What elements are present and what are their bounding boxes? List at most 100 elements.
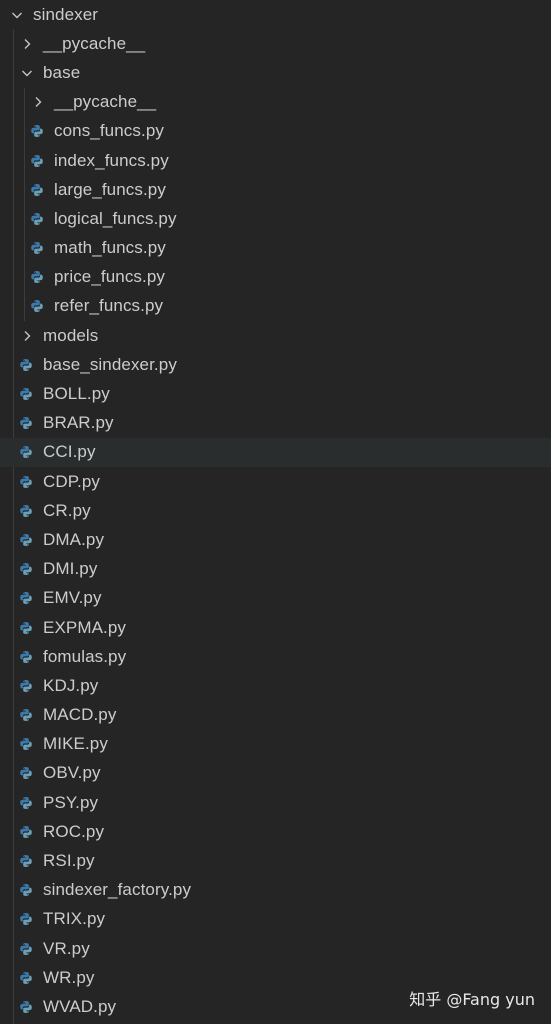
file-explorer-tree: sindexer __pycache__ base __pycache__ cons_…: [0, 0, 551, 1024]
file-item-roc-py[interactable]: ROC.py: [0, 817, 551, 846]
item-label: BOLL.py: [43, 384, 110, 404]
python-file-icon: [19, 766, 33, 780]
python-file-icon: [19, 621, 33, 635]
chevron-right-icon: [20, 37, 34, 51]
python-file-icon: [19, 796, 33, 810]
item-label: index_funcs.py: [54, 150, 169, 170]
root-folder-label: sindexer: [33, 4, 99, 24]
chevron-right-icon: [20, 329, 34, 343]
file-item-index-funcs-py[interactable]: index_funcs.py: [0, 146, 551, 175]
item-label: CR.py: [43, 500, 91, 520]
python-file-icon: [30, 299, 44, 313]
python-file-icon: [19, 504, 33, 518]
file-item-cr-py[interactable]: CR.py: [0, 496, 551, 525]
file-item-cdp-py[interactable]: CDP.py: [0, 467, 551, 496]
file-item-fomulas-py[interactable]: fomulas.py: [0, 642, 551, 671]
item-label: ROC.py: [43, 821, 105, 841]
file-item-vr-py[interactable]: VR.py: [0, 934, 551, 963]
item-label: EXPMA.py: [43, 617, 126, 637]
file-item-trix-py[interactable]: TRIX.py: [0, 905, 551, 934]
item-label: __pycache__: [54, 92, 157, 112]
python-file-icon: [19, 737, 33, 751]
item-label: BRAR.py: [43, 413, 114, 433]
item-label: MACD.py: [43, 705, 117, 725]
file-item-cons-funcs-py[interactable]: cons_funcs.py: [0, 117, 551, 146]
python-file-icon: [30, 212, 44, 226]
python-file-icon: [30, 241, 44, 255]
file-item-macd-py[interactable]: MACD.py: [0, 701, 551, 730]
file-item-cci-py[interactable]: CCI.py: [0, 437, 551, 467]
item-label: EMV.py: [43, 588, 102, 608]
item-label: WVAD.py: [43, 996, 117, 1016]
python-file-icon: [19, 971, 33, 985]
python-file-icon: [19, 445, 33, 459]
python-file-icon: [19, 883, 33, 897]
file-item-refer-funcs-py[interactable]: refer_funcs.py: [0, 292, 551, 321]
item-label: __pycache__: [43, 33, 146, 53]
python-file-icon: [19, 912, 33, 926]
file-item-mike-py[interactable]: MIKE.py: [0, 730, 551, 759]
chevron-right-icon: [31, 95, 45, 109]
python-file-icon: [19, 416, 33, 430]
python-file-icon: [19, 679, 33, 693]
python-file-icon: [30, 124, 44, 138]
file-item-brar-py[interactable]: BRAR.py: [0, 409, 551, 438]
item-label: DMA.py: [43, 529, 105, 549]
python-file-icon: [19, 650, 33, 664]
file-item-expma-py[interactable]: EXPMA.py: [0, 613, 551, 642]
item-label: DMI.py: [43, 559, 98, 579]
python-file-icon: [19, 358, 33, 372]
file-item-dma-py[interactable]: DMA.py: [0, 525, 551, 554]
item-label: fomulas.py: [43, 646, 127, 666]
item-label: models: [43, 325, 99, 345]
item-label: base_sindexer.py: [43, 354, 177, 374]
item-label: cons_funcs.py: [54, 121, 164, 141]
python-file-icon: [19, 387, 33, 401]
item-label: RSI.py: [43, 851, 95, 871]
file-item-emv-py[interactable]: EMV.py: [0, 584, 551, 613]
file-item-dmi-py[interactable]: DMI.py: [0, 555, 551, 584]
file-item-large-funcs-py[interactable]: large_funcs.py: [0, 175, 551, 204]
chevron-down-icon: [10, 8, 24, 22]
file-item-psy-py[interactable]: PSY.py: [0, 788, 551, 817]
file-item-sindexer-factory-py[interactable]: sindexer_factory.py: [0, 876, 551, 905]
python-file-icon: [19, 942, 33, 956]
item-label: TRIX.py: [43, 909, 106, 929]
watermark: 知乎 @Fang yun: [409, 990, 535, 1009]
folder-item-pycache[interactable]: __pycache__: [0, 29, 551, 58]
python-file-icon: [30, 183, 44, 197]
item-label: CCI.py: [43, 442, 96, 462]
explorer-root-folder[interactable]: sindexer: [0, 0, 551, 29]
file-item-boll-py[interactable]: BOLL.py: [0, 379, 551, 408]
item-label: WR.py: [43, 967, 95, 987]
file-item-base-sindexer-py[interactable]: base_sindexer.py: [0, 350, 551, 379]
python-file-icon: [19, 825, 33, 839]
python-file-icon: [19, 708, 33, 722]
folder-item-base[interactable]: base: [0, 58, 551, 87]
file-item-rsi-py[interactable]: RSI.py: [0, 846, 551, 875]
chevron-down-icon: [20, 66, 34, 80]
file-item-math-funcs-py[interactable]: math_funcs.py: [0, 234, 551, 263]
item-label: CDP.py: [43, 471, 100, 491]
item-label: base: [43, 62, 81, 82]
file-item-obv-py[interactable]: OBV.py: [0, 759, 551, 788]
folder-item-models[interactable]: models: [0, 321, 551, 350]
file-item-kdj-py[interactable]: KDJ.py: [0, 671, 551, 700]
item-label: OBV.py: [43, 763, 101, 783]
python-file-icon: [19, 562, 33, 576]
item-label: VR.py: [43, 938, 90, 958]
item-label: sindexer_factory.py: [43, 880, 192, 900]
file-item-logical-funcs-py[interactable]: logical_funcs.py: [0, 204, 551, 233]
folder-item-pycache[interactable]: __pycache__: [0, 88, 551, 117]
item-label: refer_funcs.py: [54, 296, 164, 316]
python-file-icon: [19, 1000, 33, 1014]
python-file-icon: [19, 475, 33, 489]
python-file-icon: [19, 854, 33, 868]
python-file-icon: [30, 154, 44, 168]
item-label: PSY.py: [43, 792, 99, 812]
python-file-icon: [30, 270, 44, 284]
file-item-price-funcs-py[interactable]: price_funcs.py: [0, 263, 551, 292]
item-label: MIKE.py: [43, 734, 108, 754]
item-label: large_funcs.py: [54, 179, 166, 199]
item-label: price_funcs.py: [54, 267, 166, 287]
